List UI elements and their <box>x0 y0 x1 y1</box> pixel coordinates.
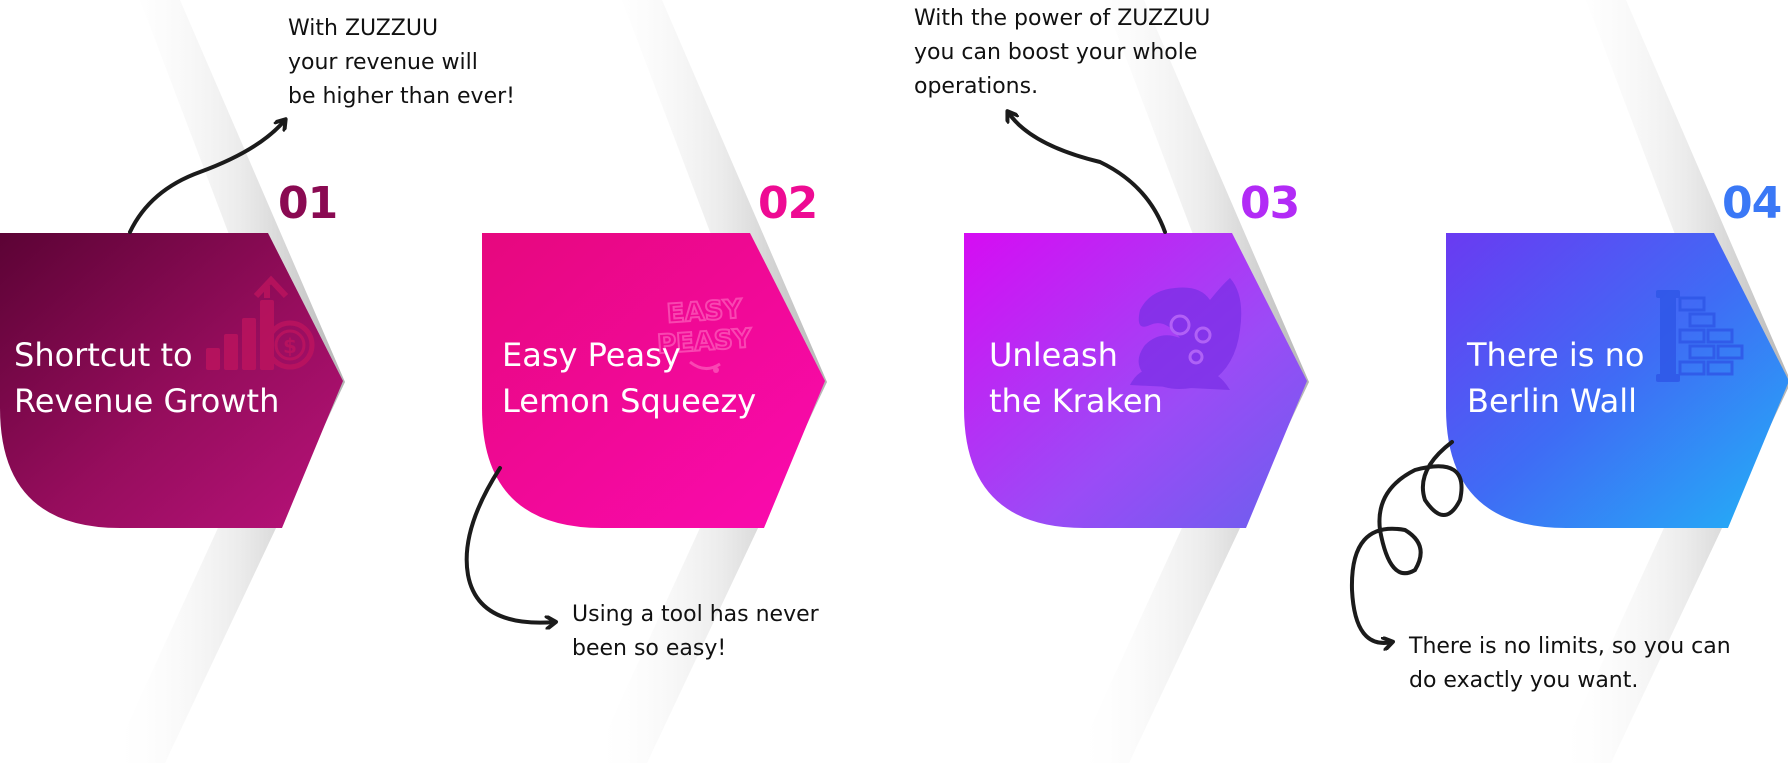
step-number-3: 03 <box>1240 178 1300 229</box>
arrow-3 <box>1008 112 1167 234</box>
step-number-1: 01 <box>278 178 338 229</box>
step-title-4: There is no Berlin Wall <box>1467 336 1645 420</box>
step-title-3: Unleash the Kraken <box>989 336 1163 420</box>
step-note-4: There is no limits, so you can do exactl… <box>1409 634 1731 693</box>
step-note-3: With the power of ZUZZUU you can boost y… <box>914 6 1211 99</box>
step-number-4: 04 <box>1722 178 1782 229</box>
step-title-1: Shortcut to Revenue Growth <box>14 336 280 420</box>
step-note-1: With ZUZZUU your revenue will be higher … <box>288 16 515 109</box>
step-note-2: Using a tool has never been so easy! <box>572 602 819 661</box>
step-title-2: Easy Peasy Lemon Squeezy <box>502 336 757 420</box>
arrow-4 <box>1349 440 1464 643</box>
step-number-2: 02 <box>758 178 818 229</box>
